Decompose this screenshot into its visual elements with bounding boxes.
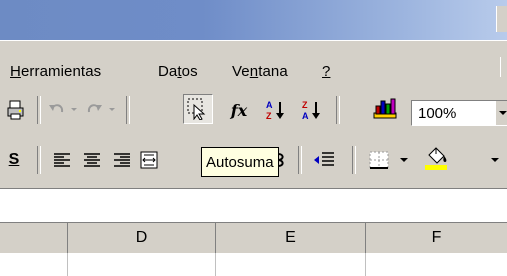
- print-button[interactable]: [4, 95, 28, 125]
- redo-dropdown[interactable]: [106, 95, 118, 125]
- underline-button[interactable]: S: [4, 145, 24, 175]
- chevron-down-icon: [70, 107, 78, 113]
- title-bar: [0, 0, 507, 40]
- chevron-down-icon[interactable]: [496, 101, 507, 125]
- cursor-select-icon: [187, 98, 209, 120]
- menu-label: Da: [158, 63, 178, 80]
- menu-accelerator: H: [10, 63, 21, 80]
- menu-bar: Herramientas Datos Ventana ?: [0, 40, 507, 89]
- select-objects-button[interactable]: [183, 94, 213, 124]
- fill-color-button[interactable]: [420, 143, 452, 173]
- sort-descending-icon: Z A: [301, 99, 323, 121]
- grid-line: [365, 253, 366, 276]
- undo-dropdown[interactable]: [68, 95, 80, 125]
- worksheet-grid[interactable]: [0, 253, 507, 276]
- svg-text:A: A: [302, 111, 309, 121]
- align-center-button[interactable]: [80, 145, 104, 175]
- grid-line: [67, 253, 68, 276]
- zoom-select[interactable]: 100%: [411, 100, 507, 126]
- svg-text:Z: Z: [266, 111, 272, 121]
- menu-ventana[interactable]: Ventana: [232, 63, 288, 80]
- print-icon: [7, 100, 25, 120]
- function-icon: fx: [230, 100, 248, 120]
- chart-wizard-icon: [372, 97, 400, 121]
- align-left-button[interactable]: [50, 145, 74, 175]
- window-control-button[interactable]: [496, 6, 507, 32]
- toolbar-separator: [126, 96, 130, 124]
- svg-text:Z: Z: [302, 100, 308, 110]
- sort-descending-button[interactable]: Z A: [298, 95, 326, 125]
- borders-button[interactable]: [364, 145, 394, 175]
- chevron-down-icon: [400, 157, 408, 163]
- zoom-value: 100%: [418, 105, 457, 122]
- align-left-icon: [53, 152, 71, 168]
- undo-icon: [48, 102, 66, 118]
- insert-function-button[interactable]: fx: [224, 95, 254, 125]
- toolbar-separator: [298, 146, 302, 174]
- toolbar-separator: [37, 146, 41, 174]
- align-right-icon: [113, 152, 131, 168]
- redo-icon: [85, 102, 103, 118]
- toolbar-separator: [37, 96, 41, 124]
- menu-grip: [500, 57, 507, 77]
- fill-color-dropdown[interactable]: [488, 145, 502, 175]
- menu-label: tana: [258, 63, 288, 80]
- menu-herramientas[interactable]: Herramientas: [10, 63, 101, 80]
- merge-center-button[interactable]: [138, 145, 160, 175]
- column-header-row: D E F: [0, 222, 507, 254]
- decrease-indent-icon: [313, 151, 335, 169]
- menu-label: os: [181, 63, 198, 80]
- sort-ascending-button[interactable]: A Z: [262, 95, 290, 125]
- toolbar-separator: [336, 96, 340, 124]
- grid-line: [215, 253, 216, 276]
- align-right-button[interactable]: [110, 145, 134, 175]
- menu-accelerator: n: [249, 63, 259, 80]
- toolbar-separator: [352, 146, 356, 174]
- borders-icon: [368, 150, 390, 170]
- menu-label: Ve: [232, 63, 250, 80]
- column-header-f[interactable]: F: [366, 223, 507, 253]
- align-center-icon: [83, 152, 101, 168]
- column-header-e[interactable]: E: [216, 223, 366, 253]
- fill-color-icon: [423, 145, 449, 171]
- merge-center-icon: [140, 151, 158, 169]
- column-header-partial[interactable]: [0, 223, 68, 253]
- decrease-indent-button[interactable]: [310, 145, 338, 175]
- chart-wizard-button[interactable]: [366, 94, 406, 124]
- redo-button[interactable]: [82, 95, 106, 125]
- toolbar-spacer: [0, 188, 507, 223]
- borders-dropdown[interactable]: [398, 145, 410, 175]
- menu-help[interactable]: ?: [322, 63, 330, 80]
- svg-text:A: A: [266, 100, 273, 110]
- underline-label: S: [8, 151, 20, 168]
- undo-button[interactable]: [46, 95, 68, 125]
- chevron-down-icon: [491, 157, 499, 163]
- sort-ascending-icon: A Z: [265, 99, 287, 121]
- column-header-d[interactable]: D: [68, 223, 216, 253]
- chevron-down-icon: [108, 107, 116, 113]
- menu-datos[interactable]: Datos: [158, 63, 198, 80]
- tooltip: Autosuma: [201, 147, 279, 177]
- menu-label: erramientas: [20, 63, 102, 80]
- menu-accelerator: ?: [322, 63, 331, 80]
